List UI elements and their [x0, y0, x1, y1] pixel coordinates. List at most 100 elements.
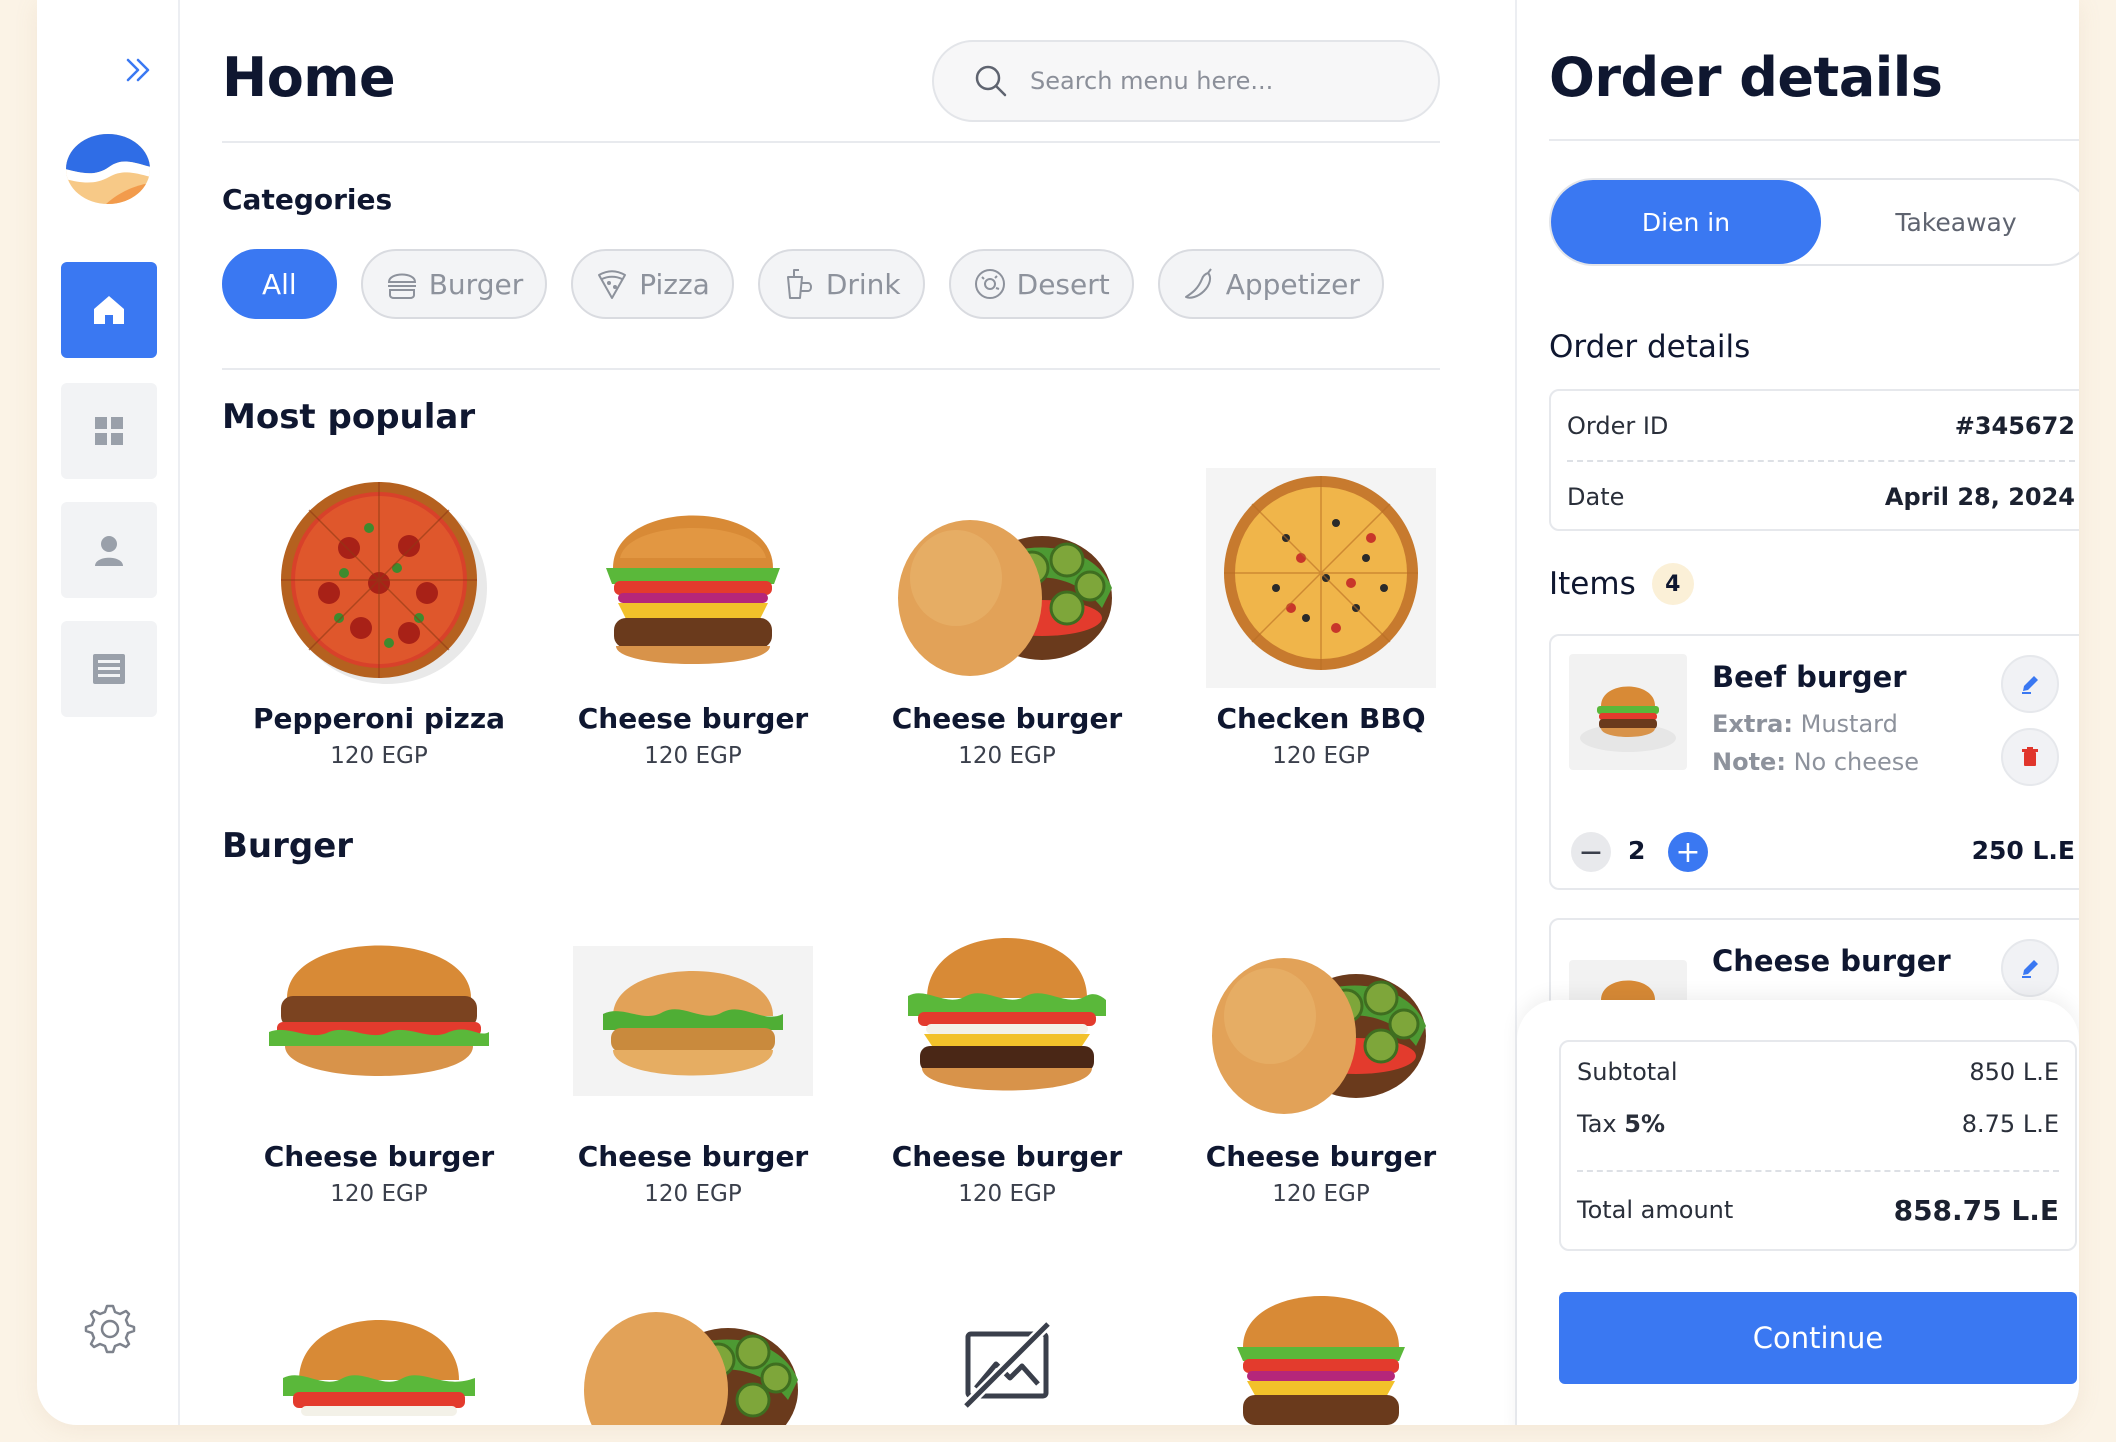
order-item-thumbnail [1569, 654, 1687, 770]
sidebar-item-home[interactable] [61, 262, 157, 358]
date-value: April 28, 2024 [1884, 482, 2075, 511]
burger-open-image [1212, 958, 1426, 1114]
category-label: Burger [428, 267, 524, 301]
menu-card[interactable]: Cheese burger 120 EGP [536, 918, 850, 1207]
donut-icon [974, 269, 1005, 299]
search-icon [975, 65, 1007, 97]
order-item-qty: 2 [1628, 836, 1646, 865]
burger-image [283, 1320, 475, 1416]
category-label: Pizza [639, 267, 710, 301]
order-item-total: 250 L.E [1971, 836, 2075, 865]
menu-card[interactable]: Cheese burger 120 EGP [850, 918, 1164, 1207]
category-pizza[interactable]: Pizza [571, 249, 734, 319]
menu-card-name: Cheese burger [577, 702, 809, 735]
order-item-name: Beef burger [1712, 660, 1907, 694]
burger-image [1237, 1296, 1405, 1425]
edit-item-button[interactable] [2001, 655, 2059, 713]
burger-grid-row-3 [222, 1270, 1478, 1425]
items-count-badge: 4 [1651, 563, 1694, 605]
decrease-qty-button[interactable]: − [1571, 832, 1611, 872]
dine-in-option[interactable]: Dien in [1551, 180, 1821, 264]
menu-card-name: Cheese burger [577, 1140, 809, 1173]
delete-item-button[interactable] [2001, 728, 2059, 786]
sidebar [37, 0, 180, 1425]
pos-app: Home Categories All Burger Pizza [37, 0, 2079, 1425]
categories-label: Categories [222, 183, 393, 216]
expand-sidebar-icon[interactable] [120, 52, 156, 88]
items-header: Items 4 [1549, 563, 1694, 605]
menu-card-price: 120 EGP [644, 1181, 742, 1207]
menu-card[interactable]: Pepperoni pizza 120 EGP [222, 468, 536, 769]
category-label: Drink [825, 267, 901, 301]
order-info-box: Order ID #345672 Date April 28, 2024 [1549, 389, 2079, 531]
order-summary-sheet: Subtotal 850 L.E Tax 5% 8.75 L.E Total a… [1517, 1000, 2079, 1425]
menu-card[interactable]: Cheese burger 120 EGP [222, 918, 536, 1207]
menu-card[interactable] [536, 1270, 850, 1425]
order-mode-toggle: Dien in Takeaway [1549, 178, 2079, 266]
category-label: Appetizer [1225, 267, 1360, 301]
menu-card[interactable]: Cheese burger 120 EGP [850, 468, 1164, 769]
menu-card-price: 120 EGP [958, 743, 1056, 769]
burger-section-label: Burger [222, 826, 354, 866]
menu-card[interactable]: Checken BBQ 120 EGP [1164, 468, 1478, 769]
menu-card-name: Cheese burger [1205, 1140, 1437, 1173]
edit-item-button[interactable] [2001, 939, 2059, 997]
trash-icon [2022, 747, 2038, 766]
date-label: Date [1567, 482, 1625, 511]
subtotal-value: 850 L.E [1969, 1058, 2059, 1086]
order-header-divider [1549, 139, 2079, 141]
order-item-extra: Extra: Mustard [1712, 710, 1898, 738]
category-drink[interactable]: Drink [757, 249, 925, 319]
user-icon [95, 536, 123, 566]
category-appetizer[interactable]: Appetizer [1157, 249, 1384, 319]
increase-qty-button[interactable]: + [1668, 832, 1708, 872]
menu-card[interactable] [850, 1270, 1164, 1425]
order-panel-title: Order details [1549, 46, 1943, 109]
chili-icon [1184, 268, 1212, 299]
tax-value: 8.75 L.E [1961, 1110, 2059, 1138]
search-input[interactable] [1030, 67, 1410, 95]
pizza-image [281, 482, 487, 684]
image-unavailable-icon [962, 1320, 1052, 1410]
order-item: Beef burger Extra: Mustard Note: No chee… [1549, 634, 2079, 890]
category-all[interactable]: All [222, 249, 337, 319]
search-bar[interactable] [932, 40, 1440, 122]
home-icon [94, 296, 124, 324]
menu-card-name: Checken BBQ [1216, 702, 1426, 735]
burger-icon [387, 273, 416, 299]
category-burger[interactable]: Burger [360, 249, 548, 319]
category-label: Desert [1016, 267, 1110, 301]
menu-card-price: 120 EGP [958, 1181, 1056, 1207]
order-item-name: Cheese burger [1712, 944, 1951, 978]
tax-rate: 5% [1624, 1110, 1665, 1138]
menu-card[interactable]: Cheese burger 120 EGP [536, 468, 850, 769]
pizza-icon [598, 270, 627, 299]
menu-card[interactable] [1164, 1270, 1478, 1425]
total-label: Total amount [1577, 1196, 1734, 1224]
chicken-burger-image [573, 946, 813, 1096]
menu-card[interactable]: Cheese burger 120 EGP [1164, 918, 1478, 1207]
burger-open-image [898, 520, 1112, 676]
takeaway-option[interactable]: Takeaway [1821, 180, 2079, 264]
menu-card-name: Cheese burger [263, 1140, 495, 1173]
sidebar-item-orders[interactable] [61, 621, 157, 717]
menu-card-name: Cheese burger [891, 1140, 1123, 1173]
list-icon [93, 654, 125, 684]
gear-icon[interactable] [82, 1302, 136, 1356]
pizza-bbq-image [1206, 468, 1436, 688]
brand-logo [66, 134, 150, 204]
menu-card-price: 120 EGP [644, 743, 742, 769]
burger-image [269, 945, 489, 1076]
items-label: Items [1549, 566, 1636, 602]
tax-label: Tax 5% [1577, 1110, 1665, 1138]
most-popular-label: Most popular [222, 397, 476, 437]
continue-button[interactable]: Continue [1559, 1292, 2077, 1384]
category-desert[interactable]: Desert [948, 249, 1134, 319]
menu-card-price: 120 EGP [330, 1181, 428, 1207]
order-item-note: Note: No cheese [1712, 748, 1920, 776]
burger-image [908, 938, 1106, 1091]
sidebar-item-dashboard[interactable] [61, 383, 157, 479]
menu-card[interactable] [222, 1270, 536, 1425]
sidebar-item-profile[interactable] [61, 502, 157, 598]
menu-main: Home Categories All Burger Pizza [180, 0, 1517, 1425]
